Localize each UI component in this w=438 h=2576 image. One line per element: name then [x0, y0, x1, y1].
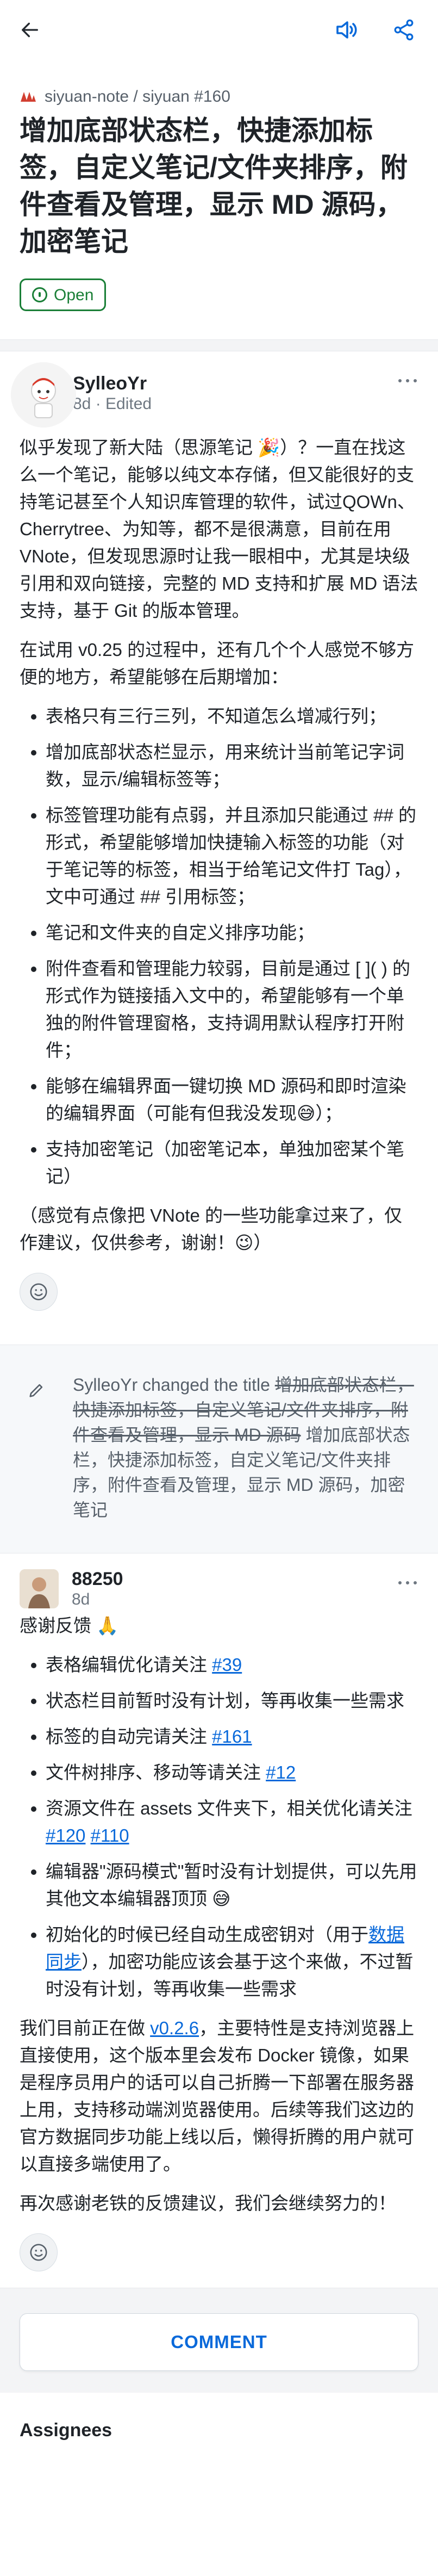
- item-text: 状态栏目前暂时没有计划，等再收集一些需求: [46, 1691, 404, 1711]
- share-icon[interactable]: [390, 16, 417, 44]
- list-item: 笔记和文件夹的自定义排序功能；: [46, 919, 418, 946]
- pencil-icon: [29, 1384, 43, 1397]
- issue-link[interactable]: #110: [91, 1825, 129, 1846]
- comment-body: 感谢反馈 🙏 表格编辑优化请关注 #39 状态栏目前暂时没有计划，等再收集一些需…: [20, 1612, 418, 2217]
- request-list: 表格只有三行三列，不知道怎么增减行列； 增加底部状态栏显示，用来统计当前笔记字词…: [20, 703, 418, 1190]
- issue-link[interactable]: #39: [212, 1655, 242, 1675]
- comment-meta: 8d · Edited: [73, 395, 152, 413]
- list-item: 能够在编辑界面一键切换 MD 源码和即时渲染的编辑界面（可能有但我没发现😅）；: [46, 1073, 418, 1127]
- text: ，主要特性是支持浏览器上直接使用，这个版本里会发布 Docker 镜像，如果是程…: [20, 2018, 415, 2174]
- issue-screen: siyuan-note / siyuan #160 增加底部状态栏，快捷添加标签…: [0, 0, 438, 2576]
- paragraph: 似乎发现了新大陆（思源笔记 🎉）？一直在找这么一个笔记，能够以纯文本存储，但又能…: [20, 437, 418, 621]
- list-item: 附件查看和管理能力较弱，目前是通过 [ ]( ) 的形式作为链接插入文中的，希望…: [46, 955, 418, 1064]
- comment-meta: 8d: [72, 1590, 90, 1608]
- repo-logo-icon: [21, 92, 36, 102]
- issue-link[interactable]: #12: [266, 1762, 296, 1782]
- issue-title: 增加底部状态栏，快捷添加标签，自定义笔记/文件夹排序，附件查看及管理，显示 MD…: [20, 115, 408, 257]
- issue-link[interactable]: #161: [212, 1726, 252, 1747]
- event-actor[interactable]: SylleoYr: [73, 1375, 137, 1395]
- section-divider: [0, 339, 438, 351]
- list-item: 文件树排序、移动等请关注 #12: [46, 1759, 418, 1786]
- back-arrow-icon[interactable]: [16, 16, 43, 44]
- reply-list: 表格编辑优化请关注 #39 状态栏目前暂时没有计划，等再收集一些需求 标签的自动…: [20, 1651, 418, 2003]
- list-item: 标签管理功能有点弱，并且添加只能通过 ## 的形式，希望能够增加快捷输入标签的功…: [46, 802, 418, 911]
- item-text: 资源文件在 assets 文件夹下，相关优化请关注: [46, 1798, 412, 1818]
- comment-body: 似乎发现了新大陆（思源笔记 🎉）？一直在找这么一个笔记，能够以纯文本存储，但又能…: [20, 434, 418, 1256]
- add-reaction-button[interactable]: [20, 2233, 58, 2271]
- speaker-icon[interactable]: [333, 16, 360, 44]
- comment-author[interactable]: SylleoYr: [73, 373, 152, 394]
- more-options-icon[interactable]: [397, 1577, 418, 1588]
- add-reaction-button[interactable]: [20, 1273, 58, 1311]
- top-app-bar: [0, 0, 438, 60]
- item-text: 编辑器"源码模式"暂时没有计划提供，可以先用其他文本编辑器顶顶 😅: [46, 1861, 417, 1909]
- status-label: Open: [54, 286, 94, 304]
- smiley-icon: [30, 1283, 47, 1301]
- list-item: 支持加密笔记（加密笔记本，单独加密某个笔记）: [46, 1136, 418, 1190]
- issue-open-icon: [32, 287, 47, 302]
- status-badge: Open: [20, 278, 107, 311]
- comment-author[interactable]: 88250: [72, 1568, 123, 1590]
- list-item: 表格只有三行三列，不知道怎么增减行列；: [46, 703, 418, 730]
- version-link[interactable]: v0.2.6: [150, 2018, 199, 2038]
- list-item: 表格编辑优化请关注 #39: [46, 1651, 418, 1679]
- assignees-heading: Assignees: [20, 2420, 112, 2441]
- paragraph: 再次感谢老铁的反馈建议，我们会继续努力的！: [20, 2193, 396, 2213]
- title-change-event: SylleoYr changed the title 增加底部状态栏，快捷添加标…: [0, 1345, 438, 1553]
- item-text: 文件树排序、移动等请关注: [46, 1762, 266, 1782]
- avatar[interactable]: [20, 1569, 59, 1608]
- item-text: 初始化的时候已经自动生成密钥对（用于: [46, 1924, 368, 1945]
- avatar[interactable]: [11, 362, 76, 428]
- list-item: 初始化的时候已经自动生成密钥对（用于数据同步），加密功能应该会基于这个来做，不过…: [46, 1921, 418, 2003]
- paragraph: 感谢反馈 🙏: [20, 1615, 119, 1636]
- list-item: 增加底部状态栏显示，用来统计当前笔记字词数，显示/编辑标签等；: [46, 739, 418, 793]
- text: 我们目前正在做: [20, 2018, 151, 2038]
- list-item: 状态栏目前暂时没有计划，等再收集一些需求: [46, 1687, 418, 1714]
- comment-header: SylleoYr 8d · Edited: [11, 351, 418, 428]
- list-item: 标签的自动完请关注 #161: [46, 1723, 418, 1750]
- list-item: 编辑器"源码模式"暂时没有计划提供，可以先用其他文本编辑器顶顶 😅: [46, 1858, 418, 1912]
- item-text: 标签的自动完请关注: [46, 1726, 212, 1747]
- comment-header: 88250 8d: [20, 1553, 418, 1608]
- repo-path: siyuan-note / siyuan #160: [45, 87, 230, 106]
- paragraph: 我们目前正在做 v0.2.6，主要特性是支持浏览器上直接使用，这个版本里会发布 …: [20, 2015, 418, 2178]
- issue-link[interactable]: #120: [46, 1825, 85, 1846]
- more-options-icon[interactable]: [397, 375, 418, 386]
- paragraph: （感觉有点像把 VNote 的一些功能拿过来了，仅作建议，仅供参考，谢谢！😉）: [20, 1205, 403, 1253]
- repo-breadcrumb[interactable]: siyuan-note / siyuan #160: [0, 60, 438, 109]
- comment-button[interactable]: COMMENT: [20, 2313, 418, 2371]
- comment-composer: COMMENT: [0, 2288, 438, 2393]
- item-text: ），加密功能应该会基于这个来做，不过暂时没有计划，等再收集一些需求: [46, 1952, 414, 1999]
- event-action: changed the title: [142, 1375, 270, 1395]
- item-text: 表格编辑优化请关注: [46, 1655, 212, 1675]
- paragraph: 在试用 v0.25 的过程中，还有几个个人感觉不够方便的地方，希望能够在后期增加…: [20, 640, 415, 687]
- smiley-icon: [30, 2244, 47, 2261]
- comment-1: SylleoYr 8d · Edited 似乎发现了新大陆（思源笔记 🎉）？一直…: [0, 351, 438, 1311]
- comment-2: 88250 8d 感谢反馈 🙏 表格编辑优化请关注 #39 状态栏目前暂时没有计…: [0, 1553, 438, 2271]
- list-item: 资源文件在 assets 文件夹下，相关优化请关注 #120 #110: [46, 1795, 418, 1849]
